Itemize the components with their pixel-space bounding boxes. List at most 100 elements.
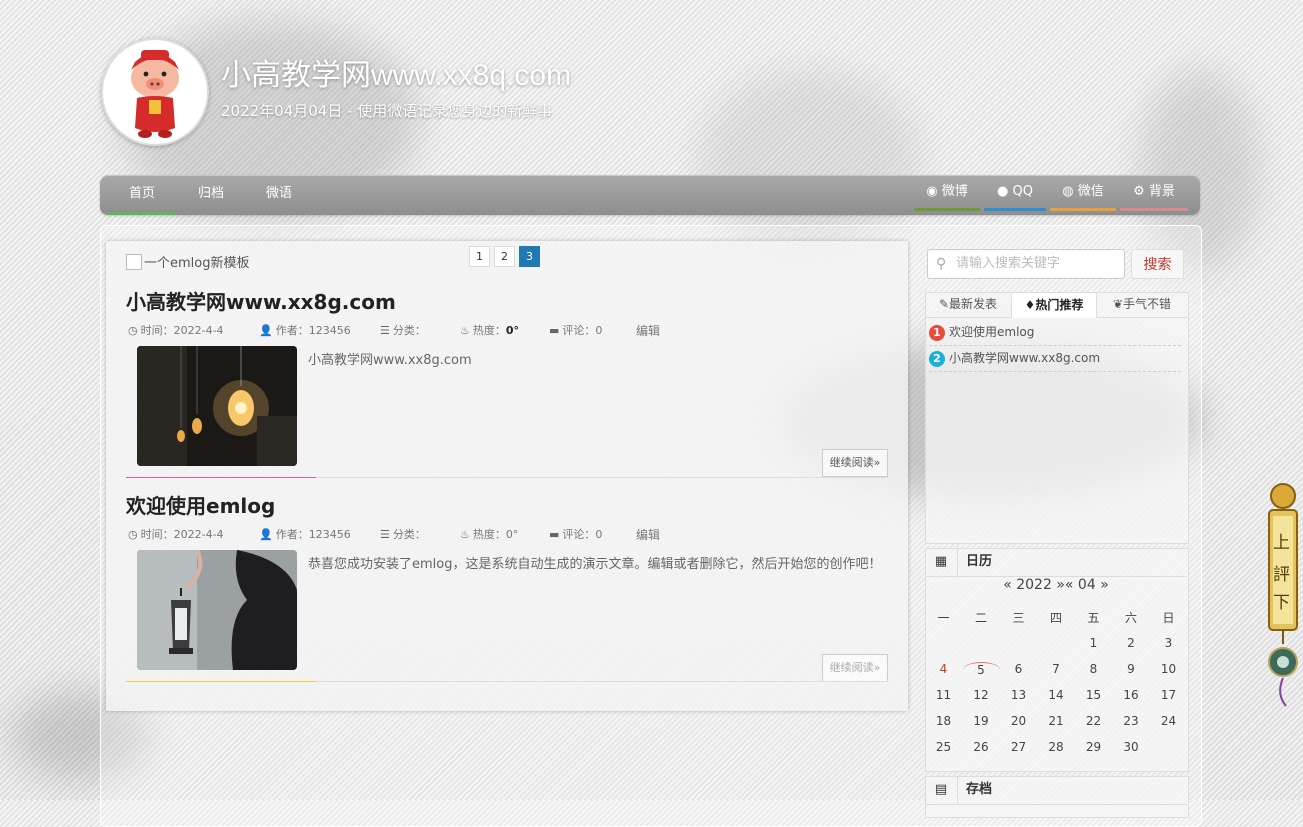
prev-year-link[interactable]: « — [1003, 577, 1012, 593]
calendar-weekday: 日 — [1162, 611, 1175, 625]
post-separator-accent — [126, 681, 316, 682]
calendar-day[interactable]: 15 — [1075, 688, 1112, 702]
calendar-day[interactable]: 11 — [925, 688, 962, 702]
page-3[interactable]: 3 — [519, 246, 540, 267]
post-heat-value: 0° — [505, 324, 520, 337]
weibo-icon: ◉ — [926, 184, 938, 199]
calendar-day[interactable]: 10 — [1150, 662, 1187, 676]
post-title[interactable]: 欢迎使用emlog — [126, 490, 275, 519]
next-month-link[interactable]: » — [1100, 577, 1109, 593]
calendar-day[interactable]: 18 — [925, 714, 962, 728]
post-thumbnail[interactable] — [137, 550, 297, 670]
calendar-day[interactable]: 24 — [1150, 714, 1187, 728]
scroll-up-button[interactable]: 上 — [1273, 528, 1290, 553]
calendar-day[interactable]: 27 — [1000, 740, 1037, 754]
rank-badge: 2 — [929, 351, 945, 367]
comment-icon: ▬ — [549, 528, 560, 541]
calendar-day[interactable]: 26 — [963, 740, 1000, 754]
calendar-weekday: 五 — [1087, 611, 1100, 625]
calendar-day[interactable]: 25 — [925, 740, 962, 754]
post-author-label: 作者： — [275, 528, 309, 541]
search-icon: ⚲ — [936, 256, 947, 272]
calendar-day[interactable]: 6 — [1000, 662, 1037, 676]
hot-list-item-title: 欢迎使用emlog — [949, 325, 1035, 339]
calendar-day[interactable]: 1 — [1075, 636, 1112, 650]
user-icon: 👤 — [259, 528, 273, 541]
calendar-weekday: 四 — [1049, 611, 1062, 625]
post-comments[interactable]: ▬ 评论：0 — [549, 526, 602, 542]
calendar-nav: « 2022 »« 04 » — [925, 577, 1187, 593]
nav-archive[interactable]: 归档 — [178, 175, 244, 215]
post-title[interactable]: 小高教学网www.xx8g.com — [126, 286, 396, 315]
calendar-day[interactable]: 17 — [1150, 688, 1187, 702]
calendar-day[interactable]: 16 — [1113, 688, 1150, 702]
nav-home[interactable]: 首页 — [108, 175, 176, 215]
page-2[interactable]: 2 — [494, 246, 515, 267]
post-thumbnail[interactable] — [137, 346, 297, 466]
site-title[interactable]: 小高教学网www.xx8q.com — [221, 50, 571, 94]
post-edit-link[interactable]: 编辑 — [636, 526, 660, 543]
calendar-day[interactable]: 19 — [963, 714, 1000, 728]
post-category[interactable]: ☰ 分类： — [380, 526, 426, 542]
social-background[interactable]: ⚙ 背景 — [1120, 175, 1188, 215]
search-button[interactable]: 搜索 — [1131, 249, 1184, 279]
calendar-weekday: 一 — [937, 611, 950, 625]
calendar-day[interactable]: 13 — [1000, 688, 1037, 702]
tab-random[interactable]: ❦手气不错 — [1097, 292, 1187, 317]
calendar-day[interactable]: 3 — [1150, 636, 1187, 650]
tab-latest[interactable]: ✎最新发表 — [925, 292, 1011, 317]
tab-hot[interactable]: ♦热门推荐 — [1011, 292, 1097, 318]
page-3-label: 3 — [526, 250, 533, 263]
post-heat-label: 热度： — [472, 528, 506, 541]
post-author[interactable]: 👤 作者：123456 — [259, 322, 351, 338]
read-more-button[interactable]: 继续阅读» — [822, 654, 888, 682]
post-category[interactable]: ☰ 分类： — [380, 322, 426, 338]
post-comments[interactable]: ▬ 评论：0 — [549, 322, 602, 338]
hot-list-item[interactable]: 2 小高教学网www.xx8g.com — [929, 346, 1181, 372]
calendar-day[interactable]: 2 — [1113, 636, 1150, 650]
calendar-day[interactable]: 20 — [1000, 714, 1037, 728]
calendar-day[interactable]: 21 — [1038, 714, 1075, 728]
social-weibo[interactable]: ◉ 微博 — [914, 175, 980, 215]
post-edit-link[interactable]: 编辑 — [636, 322, 660, 339]
calendar-day[interactable]: 7 — [1038, 662, 1075, 676]
page-1[interactable]: 1 — [469, 246, 490, 267]
calendar-day[interactable]: 23 — [1113, 714, 1150, 728]
calendar-day[interactable]: 29 — [1075, 740, 1112, 754]
social-wechat-label: 微信 — [1077, 184, 1104, 199]
month-switch-link[interactable]: »« — [1056, 577, 1073, 593]
post-heat-value: 0° — [505, 528, 519, 541]
social-qq-label: QQ — [1012, 184, 1033, 199]
site-avatar[interactable] — [101, 38, 209, 146]
post-author[interactable]: 👤 作者：123456 — [259, 526, 351, 542]
tab-latest-label: 最新发表 — [949, 297, 998, 311]
calendar-day[interactable]: 8 — [1075, 662, 1112, 676]
social-wechat[interactable]: ◍ 微信 — [1050, 175, 1116, 215]
nav-archive-label: 归档 — [197, 186, 224, 201]
search-input[interactable]: ⚲ 请输入搜索关键字 — [927, 249, 1125, 279]
post-time: ◷ 时间：2022-4-4 — [128, 526, 224, 542]
post-heat-label: 热度： — [472, 324, 506, 337]
scroll-comments-button[interactable]: 評 — [1273, 560, 1290, 585]
notice-text: 一个emlog新模板 — [144, 256, 250, 271]
wechat-icon: ◍ — [1062, 184, 1074, 199]
social-background-label: 背景 — [1148, 184, 1175, 199]
calendar-title: 日历 — [966, 554, 993, 569]
hot-list-item[interactable]: 1 欢迎使用emlog — [929, 320, 1181, 346]
calendar-day[interactable]: 14 — [1038, 688, 1075, 702]
calendar-day[interactable]: 30 — [1113, 740, 1150, 754]
scroll-down-button[interactable]: 下 — [1273, 588, 1290, 613]
calendar-day[interactable]: 4 — [925, 662, 962, 676]
read-more-button[interactable]: 继续阅读» — [822, 449, 888, 477]
post-comments-value: 0 — [595, 528, 603, 541]
hot-list-item-title: 小高教学网www.xx8g.com — [949, 351, 1101, 365]
calendar-day[interactable]: 12 — [963, 688, 1000, 702]
calendar-day-today[interactable]: 5 — [962, 662, 1000, 677]
calendar-day[interactable]: 9 — [1113, 662, 1150, 676]
nav-twitter[interactable]: 微语 — [246, 175, 312, 215]
lightbulb-image — [137, 346, 297, 466]
calendar-day[interactable]: 22 — [1075, 714, 1112, 728]
calendar-day[interactable]: 28 — [1038, 740, 1075, 754]
social-qq[interactable]: ● QQ — [984, 175, 1046, 215]
post-time: ◷ 时间：2022-4-4 — [128, 322, 224, 338]
